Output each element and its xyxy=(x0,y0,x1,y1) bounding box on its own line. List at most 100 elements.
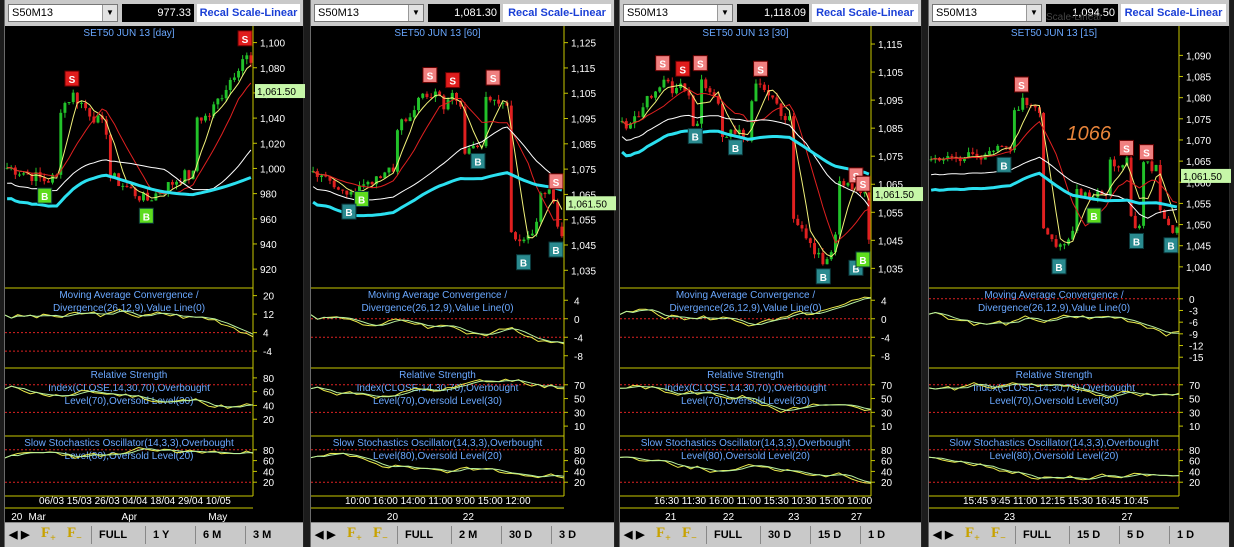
recal-scale-button[interactable]: Recal Scale-Linear xyxy=(197,4,300,22)
svg-text:B: B xyxy=(358,195,365,206)
candle-body xyxy=(804,228,808,239)
zoom-in-button[interactable]: F+ xyxy=(41,525,56,544)
chart-panel-day: S50M13 ▼ 977.33 Recal Scale-Linear SET50 JUN… xyxy=(4,0,305,547)
nav-left-icon[interactable]: ◀ xyxy=(933,528,941,541)
sell-signal: S xyxy=(675,60,691,77)
nav-right-icon[interactable]: ▶ xyxy=(21,528,29,541)
toolbar-divider xyxy=(1069,526,1070,544)
symbol-select[interactable]: S50M13 ▼ xyxy=(8,4,118,22)
nav-left-icon[interactable]: ◀ xyxy=(9,528,17,541)
chart-title: SET50 JUN 13 [day] xyxy=(83,28,174,39)
chevron-down-icon[interactable]: ▼ xyxy=(1026,5,1041,21)
svg-text:B: B xyxy=(820,273,827,284)
range-3-m-button[interactable]: 3 M xyxy=(253,529,271,541)
stoch-tick-label: 60 xyxy=(881,457,893,468)
stoch-title: Level(80),Oversold Level(20) xyxy=(373,451,502,462)
candle-body xyxy=(332,180,336,188)
last-price-label: 1,061.50 xyxy=(875,190,914,201)
svg-text:S: S xyxy=(860,180,867,191)
candle-body xyxy=(1137,225,1141,229)
last-price-label: 1,061.50 xyxy=(1183,172,1222,183)
range-2-m-button[interactable]: 2 M xyxy=(459,529,477,541)
recal-scale-button[interactable]: Recal Scale-Linear xyxy=(812,4,918,22)
price-tick-label: 1,040 xyxy=(260,114,285,125)
stoch-tick-label: 20 xyxy=(263,478,275,489)
range-30-d-button[interactable]: 30 D xyxy=(509,529,532,541)
price-tick-label: 1,080 xyxy=(260,64,285,75)
candle-body xyxy=(379,176,383,179)
stoch-tick-label: 20 xyxy=(881,478,893,489)
range-5-d-button[interactable]: 5 D xyxy=(1127,529,1144,541)
zoom-out-button[interactable]: F− xyxy=(373,525,388,544)
macd-tick-label: -6 xyxy=(1189,318,1198,329)
candle-body xyxy=(425,93,429,98)
candle-body xyxy=(775,97,779,104)
candle-body xyxy=(175,181,178,185)
range-full-button[interactable]: FULL xyxy=(405,529,433,541)
chevron-down-icon[interactable]: ▼ xyxy=(408,5,423,21)
chart-svg[interactable]: SET50 JUN 13 [15] 1,090 1,085 1,080 1,075 1,0… xyxy=(929,26,1231,522)
rsi-tick-label: 80 xyxy=(263,374,275,385)
rsi-tick-label: 30 xyxy=(881,408,893,419)
chevron-down-icon[interactable]: ▼ xyxy=(102,5,117,21)
toolbar-divider xyxy=(706,526,707,544)
candle-body xyxy=(1171,225,1175,233)
date-axis-label: 23 xyxy=(788,512,800,522)
range-15-d-button[interactable]: 15 D xyxy=(1077,529,1100,541)
range-15-d-button[interactable]: 15 D xyxy=(818,529,841,541)
recal-scale-button[interactable]: Recal Scale-Linear xyxy=(503,4,611,22)
price-tick-label: 940 xyxy=(260,240,277,251)
nav-right-icon[interactable]: ▶ xyxy=(636,528,644,541)
candle-body xyxy=(825,259,829,265)
candle-body xyxy=(228,79,232,90)
candle-body xyxy=(1175,227,1179,233)
zoom-in-button[interactable]: F+ xyxy=(656,525,671,544)
range-6-m-button[interactable]: 6 M xyxy=(203,529,221,541)
range-1-d-button[interactable]: 1 D xyxy=(868,529,885,541)
symbol-select[interactable]: S50M13 ▼ xyxy=(314,4,424,22)
price-tick-label: 1,000 xyxy=(260,164,285,175)
stoch-tick-label: 80 xyxy=(1189,446,1201,457)
nav-left-icon[interactable]: ◀ xyxy=(315,528,323,541)
range-full-button[interactable]: FULL xyxy=(99,529,127,541)
nav-left-icon[interactable]: ◀ xyxy=(624,528,632,541)
range-3-d-button[interactable]: 3 D xyxy=(559,529,576,541)
candle-body xyxy=(695,123,699,126)
rsi-tick-label: 40 xyxy=(263,401,275,412)
candle-body xyxy=(404,119,408,122)
svg-text:S: S xyxy=(679,65,686,76)
last-price-label: 1,061.50 xyxy=(568,199,607,210)
nav-right-icon[interactable]: ▶ xyxy=(327,528,335,541)
zoom-in-button[interactable]: F+ xyxy=(347,525,362,544)
toolbar-divider xyxy=(1119,526,1120,544)
zoom-out-button[interactable]: F− xyxy=(67,525,82,544)
candle-body xyxy=(1017,109,1021,111)
range-30-d-button[interactable]: 30 D xyxy=(768,529,791,541)
svg-text:S: S xyxy=(427,72,434,83)
symbol-select[interactable]: S50M13 ▼ xyxy=(932,4,1042,22)
symbol-select[interactable]: S50M13 ▼ xyxy=(623,4,733,22)
zoom-in-button[interactable]: F+ xyxy=(965,525,980,544)
candle-body xyxy=(417,97,421,111)
zoom-out-button[interactable]: F− xyxy=(991,525,1006,544)
toolbar-divider xyxy=(1015,526,1016,544)
chart-svg[interactable]: SET50 JUN 13 [day]1,1001,0801,0601,0401,… xyxy=(5,26,305,522)
chevron-down-icon[interactable]: ▼ xyxy=(717,5,732,21)
chart-svg[interactable]: SET50 JUN 13 [30] 1,115 1,105 1,095 1,085 1,0… xyxy=(620,26,923,522)
chart-svg[interactable]: SET50 JUN 13 [60] 1,125 1,115 1,105 1,095 1,0… xyxy=(311,26,616,522)
range-1-y-button[interactable]: 1 Y xyxy=(153,529,169,541)
recal-scale-button[interactable]: Recal Scale-Linear xyxy=(1121,4,1226,22)
candle-body xyxy=(46,181,50,183)
candle-body xyxy=(846,183,850,186)
buy-signal: B xyxy=(354,190,370,207)
nav-right-icon[interactable]: ▶ xyxy=(945,528,953,541)
candle-body xyxy=(467,148,471,154)
ma-line-long xyxy=(312,126,563,201)
range-full-button[interactable]: FULL xyxy=(714,529,742,541)
range-full-button[interactable]: FULL xyxy=(1023,529,1051,541)
candle-body xyxy=(675,87,678,94)
price-tick-label: 1,080 xyxy=(1186,94,1211,105)
zoom-out-button[interactable]: F− xyxy=(682,525,697,544)
range-1-d-button[interactable]: 1 D xyxy=(1177,529,1194,541)
price-tick-label: 1,085 xyxy=(878,124,903,135)
